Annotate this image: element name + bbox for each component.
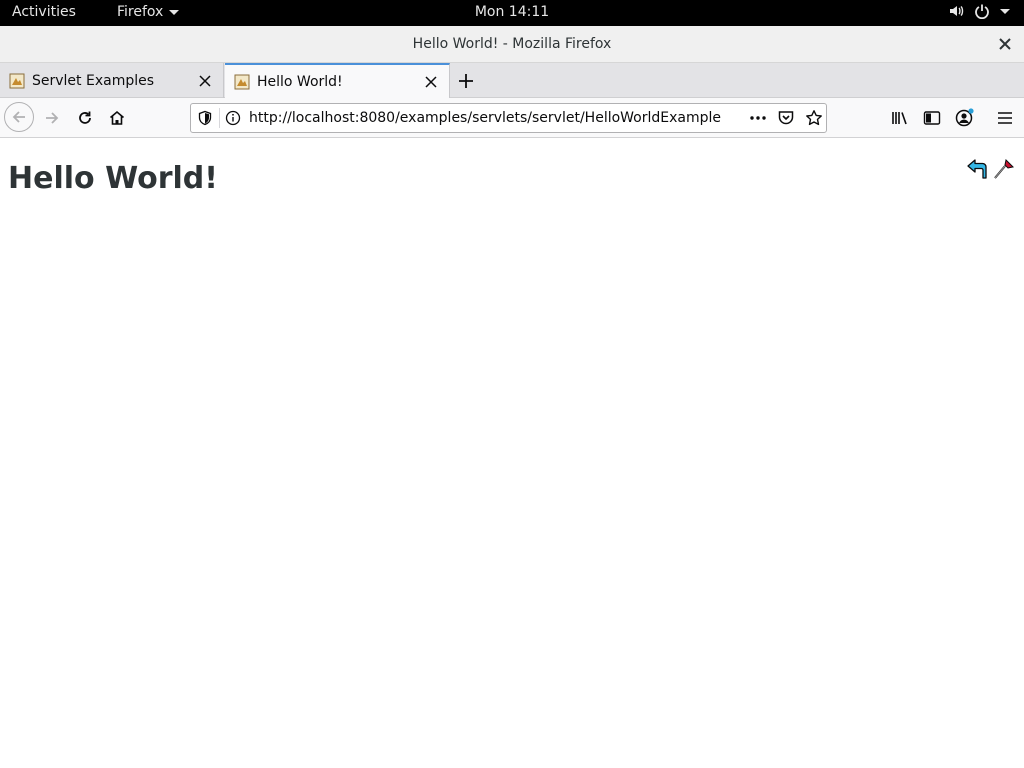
- gnome-top-bar: Activities Firefox Mon 14:11: [0, 0, 1024, 26]
- tab-servlet-examples[interactable]: Servlet Examples: [0, 63, 224, 98]
- example-nav-icons: [966, 157, 1016, 181]
- tomcat-favicon-icon: [234, 74, 250, 89]
- bookmark-star-icon[interactable]: [805, 109, 823, 127]
- close-tab-icon[interactable]: [419, 70, 443, 94]
- url-text[interactable]: http://localhost:8080/examples/servlets/…: [249, 110, 721, 126]
- navigation-toolbar: http://localhost:8080/examples/servlets/…: [0, 98, 1024, 138]
- menu-button[interactable]: [993, 106, 1017, 130]
- tracking-protection-shield-icon[interactable]: [197, 110, 213, 126]
- system-tray[interactable]: [948, 3, 1010, 19]
- url-bar-divider: [219, 108, 220, 128]
- activities-button[interactable]: Activities: [12, 4, 76, 20]
- app-menu[interactable]: Firefox: [117, 4, 180, 20]
- tab-label: Servlet Examples: [32, 72, 155, 89]
- return-arrow-icon[interactable]: [966, 157, 990, 181]
- tomcat-favicon-icon: [9, 73, 25, 88]
- url-bar[interactable]: http://localhost:8080/examples/servlets/…: [190, 103, 827, 133]
- arrow-right-icon: [46, 112, 59, 124]
- new-tab-plus-icon[interactable]: [454, 69, 478, 93]
- site-info-icon[interactable]: [225, 110, 241, 126]
- page-actions-more-icon[interactable]: [747, 109, 769, 127]
- sidebar-button[interactable]: [920, 106, 944, 130]
- account-button[interactable]: [952, 106, 976, 130]
- chevron-down-icon: [1000, 8, 1010, 14]
- home-button[interactable]: [103, 104, 131, 132]
- home-icon: [109, 110, 125, 125]
- window-close-icon[interactable]: [996, 35, 1014, 53]
- library-icon: [892, 112, 907, 125]
- clock[interactable]: Mon 14:11: [475, 4, 549, 20]
- pocket-icon[interactable]: [777, 109, 795, 127]
- window-titlebar: Hello World! - Mozilla Firefox: [0, 26, 1024, 63]
- close-tab-icon[interactable]: [193, 69, 217, 93]
- forward-button[interactable]: [38, 104, 66, 132]
- code-screwdriver-icon[interactable]: [992, 157, 1016, 181]
- back-button[interactable]: [4, 102, 34, 132]
- reload-icon: [79, 111, 91, 124]
- reload-button[interactable]: [71, 104, 99, 132]
- arrow-left-icon: [12, 111, 25, 123]
- sidebar-icon: [923, 111, 941, 125]
- power-icon: [975, 4, 989, 19]
- hamburger-menu-icon: [998, 112, 1012, 124]
- volume-icon: [950, 6, 964, 16]
- tab-label: Hello World!: [257, 73, 343, 90]
- page-heading: Hello World!: [8, 161, 218, 196]
- tab-hello-world[interactable]: Hello World!: [225, 63, 450, 98]
- library-button[interactable]: [888, 106, 912, 130]
- tab-strip: Servlet Examples Hello World!: [0, 63, 1024, 98]
- window-title: Hello World! - Mozilla Firefox: [412, 36, 612, 52]
- page-content: Hello World!: [0, 139, 1024, 768]
- chevron-down-icon: [169, 9, 180, 15]
- app-menu-label: Firefox: [117, 4, 164, 20]
- account-icon: [955, 108, 974, 127]
